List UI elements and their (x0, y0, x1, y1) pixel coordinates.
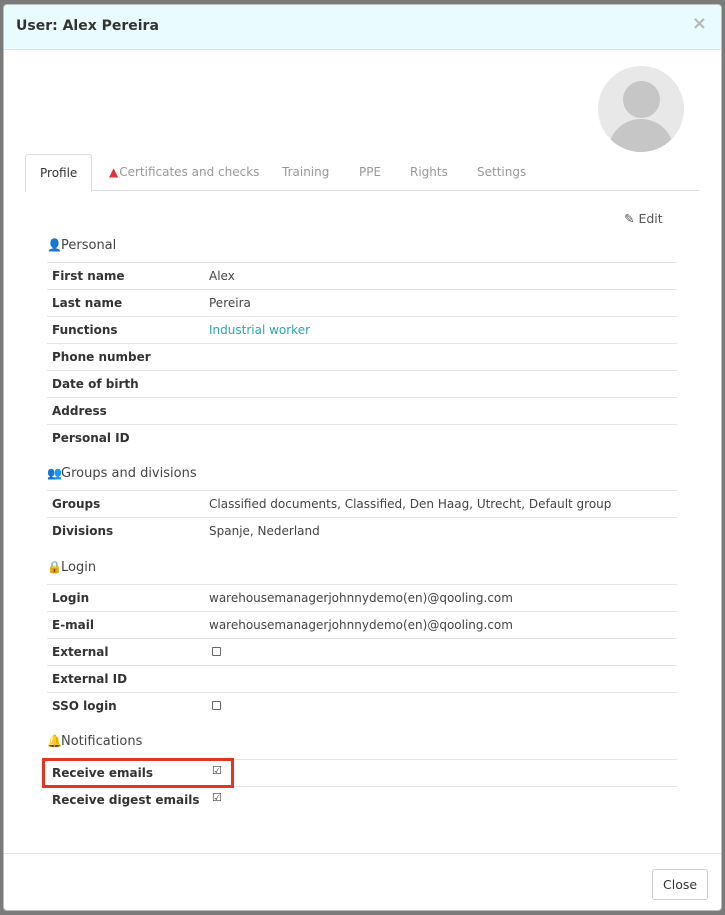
groups-table: Groups Classified documents, Classified,… (47, 490, 677, 544)
tab-label: Rights (410, 165, 448, 179)
tab-certificates[interactable]: ▲Certificates and checks (95, 154, 273, 191)
table-row: Login warehousemanagerjohnnydemo(en)@qoo… (47, 584, 677, 611)
row-label: Divisions (52, 524, 114, 538)
row-label: SSO login (52, 699, 117, 713)
tab-bar: Profile ▲Certificates and checks Trainin… (25, 154, 699, 192)
section-personal-title: 👤Personal (47, 238, 116, 253)
table-row: First name Alex (47, 262, 677, 289)
section-login-label: Login (61, 560, 97, 575)
edit-button[interactable]: ✎ Edit (624, 211, 663, 226)
row-value: Pereira (209, 296, 251, 310)
row-label: Login (52, 591, 90, 605)
tab-settings[interactable]: Settings (463, 154, 540, 191)
section-notifications-title: 🔔Notifications (47, 734, 142, 749)
bell-icon: 🔔 (47, 734, 62, 748)
row-value: Alex (209, 269, 235, 283)
table-row: Divisions Spanje, Nederland (47, 517, 677, 544)
table-row: Groups Classified documents, Classified,… (47, 490, 677, 517)
edit-label: Edit (638, 211, 663, 226)
row-value: warehousemanagerjohnnydemo(en)@qooling.c… (209, 591, 513, 605)
avatar (598, 66, 684, 152)
tab-label: Settings (477, 165, 527, 179)
row-label: Date of birth (52, 377, 139, 391)
row-label: External (52, 645, 109, 659)
user-modal: User: Alex Pereira × Profile ▲Certificat… (3, 4, 722, 911)
user-icon: 👤 (47, 238, 62, 252)
table-row: Receive digest emails ☑ (47, 786, 677, 813)
section-personal-label: Personal (61, 238, 117, 253)
function-link[interactable]: Industrial worker (209, 323, 310, 337)
sso-login-checkbox (212, 701, 221, 710)
table-row: External (47, 638, 677, 665)
row-label: Receive digest emails (52, 793, 200, 807)
avatar-head (623, 81, 660, 118)
table-row: Address (47, 397, 677, 424)
table-row: Last name Pereira (47, 289, 677, 316)
row-label: Groups (52, 497, 101, 511)
tab-label: Certificates and checks (119, 165, 260, 179)
modal-footer: Close (4, 853, 721, 910)
table-row: Personal ID (47, 424, 677, 451)
table-row: SSO login (47, 692, 677, 719)
modal-header: User: Alex Pereira × (4, 5, 721, 50)
personal-table: First name Alex Last name Pereira Functi… (47, 262, 677, 451)
avatar-body (608, 119, 674, 152)
row-value: Classified documents, Classified, Den Ha… (209, 497, 612, 511)
modal-title: User: Alex Pereira (16, 18, 159, 34)
tab-ppe[interactable]: PPE (345, 154, 395, 191)
close-button[interactable]: Close (652, 869, 709, 900)
tab-training[interactable]: Training (268, 154, 343, 191)
external-checkbox (212, 647, 221, 656)
tab-label: Training (282, 165, 330, 179)
row-label: Phone number (52, 350, 151, 364)
row-label: E-mail (52, 618, 95, 632)
receive-digest-checked-icon: ☑ (212, 791, 222, 804)
section-login-title: 🔒Login (47, 560, 96, 575)
section-groups-title: 👥Groups and divisions (47, 466, 197, 481)
login-table: Login warehousemanagerjohnnydemo(en)@qoo… (47, 584, 677, 719)
row-value: Spanje, Nederland (209, 524, 320, 538)
close-icon[interactable]: × (692, 15, 707, 33)
row-label: Functions (52, 323, 118, 337)
row-label: Personal ID (52, 431, 130, 445)
row-value: warehousemanagerjohnnydemo(en)@qooling.c… (209, 618, 513, 632)
table-row: E-mail warehousemanagerjohnnydemo(en)@qo… (47, 611, 677, 638)
table-row: External ID (47, 665, 677, 692)
row-label: First name (52, 269, 125, 283)
table-row: Phone number (47, 343, 677, 370)
section-groups-label: Groups and divisions (61, 466, 197, 481)
table-row: Date of birth (47, 370, 677, 397)
row-label: Address (52, 404, 107, 418)
table-row: Functions Industrial worker (47, 316, 677, 343)
lock-icon: 🔒 (47, 560, 62, 574)
row-label: External ID (52, 672, 128, 686)
tab-rights[interactable]: Rights (396, 154, 462, 191)
warning-icon: ▲ (109, 165, 119, 179)
tab-label: Profile (40, 166, 78, 180)
row-label: Last name (52, 296, 123, 310)
highlight-box (42, 758, 234, 788)
section-notifications-label: Notifications (61, 734, 143, 749)
edit-icon: ✎ (624, 211, 635, 226)
users-icon: 👥 (47, 466, 62, 480)
tab-label: PPE (359, 165, 382, 179)
tab-profile[interactable]: Profile (25, 154, 93, 192)
